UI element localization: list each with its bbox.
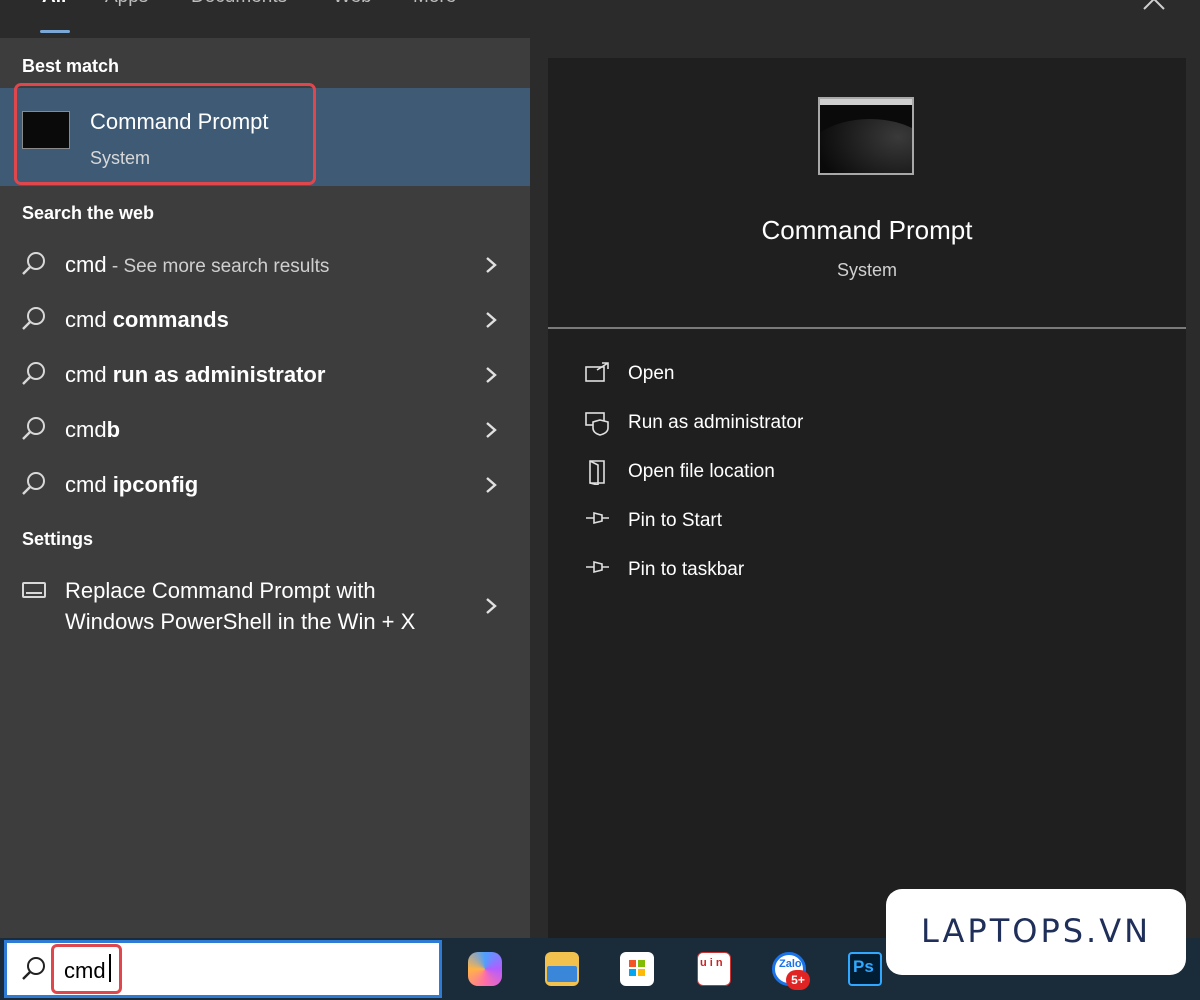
search-icon [22,417,45,440]
chevron-right-icon [486,477,497,493]
search-icon [22,957,45,980]
preview-subtitle: System [836,260,897,280]
close-icon[interactable] [1141,0,1167,12]
chevron-right-icon [486,422,497,438]
web-result-text: cmd ipconfig [65,472,199,497]
photoshop-label: Ps [853,957,874,976]
action-label: Pin to Start [628,510,722,531]
action-pin-to-start[interactable]: Pin to Start [582,508,1162,548]
action-run-as-administrator[interactable]: Run as administrator [582,410,1162,450]
action-open[interactable]: Open [582,361,1162,401]
web-result-cmd-commands[interactable]: cmd commands [0,293,530,347]
zalo-label: Zalo [779,958,802,970]
preview-divider [548,327,1186,329]
action-label: Open file location [628,461,775,482]
store-logo-icon [629,960,645,976]
display-settings-icon [22,582,46,598]
shield-icon [585,412,609,436]
best-match-heading: Best match [22,56,120,76]
annotation-highlight-box [14,83,316,185]
search-icon [22,472,45,495]
action-label: Pin to taskbar [628,559,745,580]
tab-more[interactable]: More [413,0,456,8]
command-prompt-large-icon [818,97,914,175]
chevron-down-icon [470,0,482,2]
chevron-right-icon [486,367,497,383]
tab-web[interactable]: Web [333,0,372,8]
search-icon [22,307,45,330]
web-result-cmdb[interactable]: cmdb [0,403,530,457]
web-result-text: cmdb [65,417,121,442]
action-label: Run as administrator [628,412,804,433]
pin-icon [586,560,609,574]
more-options-button[interactable]: ··· [1076,0,1100,5]
tab-apps[interactable]: Apps [105,0,148,8]
settings-result-text: Replace Command Prompt with Windows Powe… [65,578,416,634]
web-result-cmd[interactable]: cmd - See more search results [0,238,530,292]
tab-all-indicator [40,30,70,33]
unikey-label: u i n [700,957,723,969]
web-result-text: cmd commands [65,307,229,332]
web-result-cmd-run-as-administrator[interactable]: cmd run as administrator [0,348,530,402]
preview-title: Command Prompt [761,215,973,245]
search-icon [22,252,45,275]
action-open-file-location[interactable]: Open file location [582,459,1162,499]
copilot-icon[interactable] [468,952,502,986]
settings-heading: Settings [22,529,94,549]
tab-all[interactable]: All [42,0,66,8]
open-icon [585,362,609,382]
tab-documents[interactable]: Documents [191,0,287,8]
file-explorer-icon[interactable] [545,952,579,986]
search-icon [22,362,45,385]
pin-icon [586,511,609,525]
chevron-right-icon [486,312,497,328]
search-tab-bar: All Apps Documents Web More ··· [0,0,1200,38]
web-result-text: cmd run as administrator [65,362,326,387]
annotation-highlight-box [51,944,122,994]
watermark-text: LAPTOPS.VN [920,912,1152,950]
web-result-cmd-ipconfig[interactable]: cmd ipconfig [0,458,530,512]
search-web-heading: Search the web [22,203,155,223]
chevron-right-icon [486,257,497,273]
web-result-text: cmd - See more search results [65,252,330,277]
action-pin-to-taskbar[interactable]: Pin to taskbar [582,557,1162,597]
action-label: Open [628,363,675,384]
notification-badge: 5+ [786,970,810,990]
chevron-right-icon [486,598,497,614]
folder-location-icon [589,460,605,485]
